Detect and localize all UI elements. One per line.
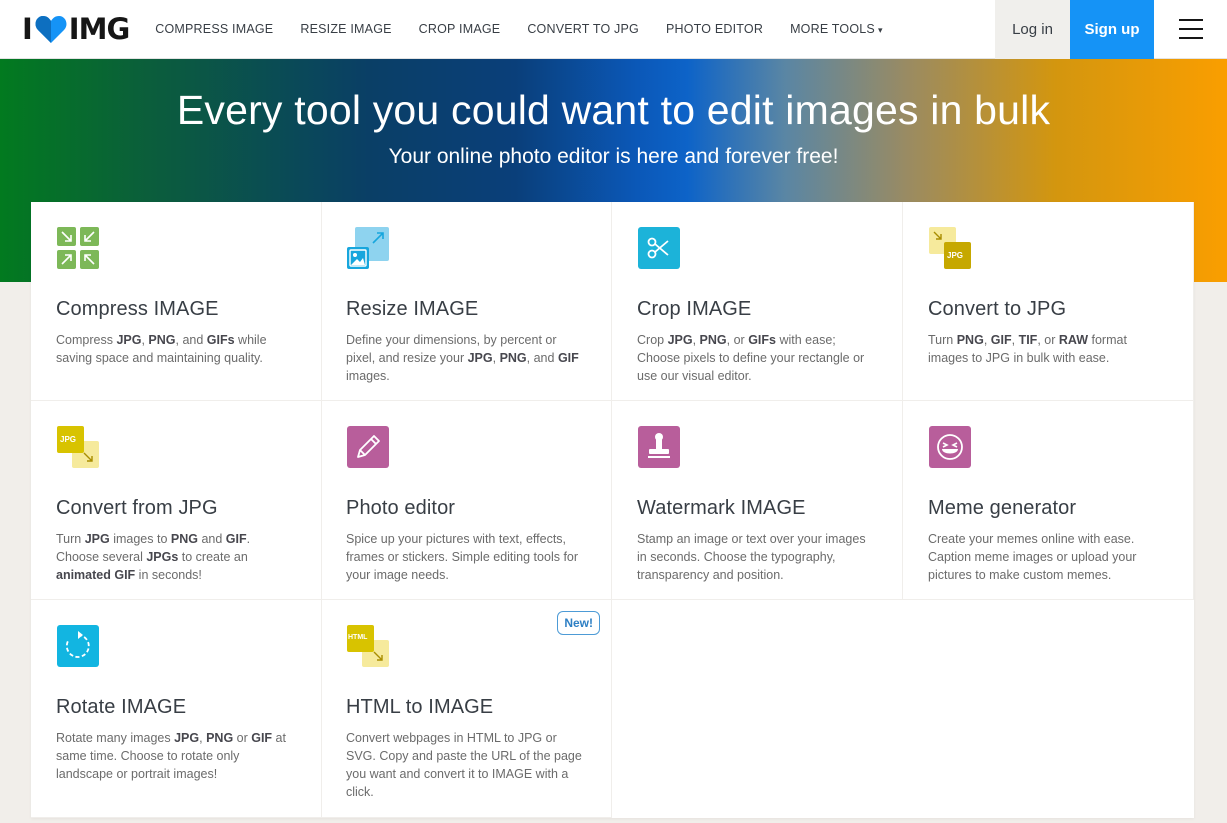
bold-format: JPG	[174, 731, 200, 745]
bold-format: PNG	[699, 333, 727, 347]
hero-title: Every tool you could want to edit images…	[176, 87, 1051, 133]
tool-title: Convert to JPG	[928, 298, 1067, 320]
tool-description: Create your memes online with ease. Capt…	[928, 532, 1137, 582]
bold-format: JPG	[84, 532, 110, 546]
bold-format: JPG	[116, 333, 142, 347]
hamburger-line	[1178, 19, 1203, 21]
tool-card-crop-image[interactable]: Crop IMAGE Crop JPG, PNG, or GIFs with e…	[612, 202, 903, 401]
logo-letter-i: I	[22, 12, 33, 46]
tool-card-watermark-image[interactable]: Watermark IMAGE Stamp an image or text o…	[612, 401, 903, 600]
bold-format: JPGs	[146, 550, 179, 564]
tool-description: Stamp an image or text over your images …	[637, 532, 866, 582]
bold-format: GIF	[557, 351, 579, 365]
icon-label: HTML	[348, 634, 368, 641]
laughing-face-icon	[928, 425, 972, 469]
signup-button[interactable]: Sign up	[1070, 0, 1154, 59]
logo-text-img: IMG	[68, 12, 130, 46]
tool-description: Turn PNG, GIF, TIF, or RAW format images…	[928, 333, 1127, 365]
tool-description: Turn JPG images to PNG and GIF. Choose s…	[56, 532, 251, 582]
tool-card-convert-from-jpg[interactable]: JPG Convert from JPG Turn JPG images to …	[31, 401, 322, 600]
iloveimg-logo[interactable]: I IMG	[22, 0, 130, 59]
tool-title: Resize IMAGE	[346, 298, 479, 320]
icon-label: JPG	[947, 251, 964, 260]
tool-card-convert-to-jpg[interactable]: JPG Convert to JPG Turn PNG, GIF, TIF, o…	[903, 202, 1194, 401]
nav-photo-editor[interactable]: PHOTO EDITOR	[666, 22, 763, 36]
tool-title: Convert from JPG	[56, 497, 218, 519]
resize-icon	[346, 226, 390, 270]
tool-description: Crop JPG, PNG, or GIFs with ease; Choose…	[637, 333, 865, 383]
tool-title: Crop IMAGE	[637, 298, 752, 320]
bold-format: GIF	[990, 333, 1012, 347]
nav-more-tools[interactable]: MORE TOOLS ▾	[790, 22, 883, 36]
main-nav: COMPRESS IMAGE RESIZE IMAGE CROP IMAGE C…	[155, 0, 909, 59]
bold-format: PNG	[170, 532, 198, 546]
tool-description: Compress JPG, PNG, and GIFs while saving…	[56, 333, 267, 365]
html-to-image-icon: HTML	[346, 624, 390, 668]
icon-label: JPG	[60, 435, 77, 444]
stamp-icon	[637, 425, 681, 469]
nav-more-tools-label: MORE TOOLS	[790, 22, 875, 36]
bold-format: GIF	[251, 731, 273, 745]
tool-card-photo-editor[interactable]: Photo editor Spice up your pictures with…	[321, 401, 612, 600]
tool-title: Meme generator	[928, 497, 1077, 519]
nav-convert-to-jpg[interactable]: CONVERT TO JPG	[527, 22, 639, 36]
tool-title: Watermark IMAGE	[637, 497, 806, 519]
auth-area: Log in Sign up	[995, 0, 1227, 59]
login-button[interactable]: Log in	[995, 0, 1070, 59]
compress-icon	[56, 226, 100, 270]
bold-format: GIF	[225, 532, 247, 546]
bold-format: GIFs	[206, 333, 235, 347]
heart-logo-icon	[35, 16, 67, 43]
bold-format: RAW	[1058, 333, 1089, 347]
scissors-icon	[637, 226, 681, 270]
tool-title: Rotate IMAGE	[56, 696, 187, 718]
tool-description: Define your dimensions, by percent or pi…	[346, 333, 579, 383]
nav-resize-image[interactable]: RESIZE IMAGE	[300, 22, 391, 36]
tool-card-html-to-image[interactable]: New! HTML HTML to IMAGE Convert webpages…	[321, 600, 612, 818]
convert-to-jpg-icon: JPG	[928, 226, 972, 270]
tool-title: HTML to IMAGE	[346, 696, 494, 718]
new-badge: New!	[557, 611, 600, 635]
hamburger-menu-icon[interactable]	[1154, 0, 1227, 59]
tool-card-meme-generator[interactable]: Meme generator Create your memes online …	[903, 401, 1194, 600]
bold-format: JPG	[467, 351, 493, 365]
bold-format: PNG	[499, 351, 527, 365]
bold-format: PNG	[956, 333, 984, 347]
rotate-icon	[56, 624, 100, 668]
bold-format: PNG	[148, 333, 176, 347]
bold-format: TIF	[1018, 333, 1038, 347]
tools-grid: Compress IMAGE Compress JPG, PNG, and GI…	[31, 202, 1194, 818]
nav-crop-image[interactable]: CROP IMAGE	[419, 22, 501, 36]
hamburger-line	[1178, 28, 1203, 30]
hero-subtitle: Your online photo editor is here and for…	[388, 145, 839, 168]
tool-description: Convert webpages in HTML to JPG or SVG. …	[346, 731, 582, 799]
bold-format: PNG	[206, 731, 234, 745]
pencil-icon	[346, 425, 390, 469]
top-navigation-bar: I IMG COMPRESS IMAGE RESIZE IMAGE CROP I…	[0, 0, 1227, 59]
tool-description: Rotate many images JPG, PNG or GIF at sa…	[56, 731, 286, 781]
tool-card-resize-image[interactable]: Resize IMAGE Define your dimensions, by …	[321, 202, 612, 401]
hamburger-line	[1178, 37, 1203, 39]
bold-format: GIFs	[748, 333, 776, 347]
convert-from-jpg-icon: JPG	[56, 425, 100, 469]
tool-card-rotate-image[interactable]: Rotate IMAGE Rotate many images JPG, PNG…	[31, 600, 322, 818]
nav-compress-image[interactable]: COMPRESS IMAGE	[155, 22, 273, 36]
tool-description: Spice up your pictures with text, effect…	[346, 532, 579, 582]
bold-format: animated GIF	[56, 568, 136, 582]
bold-format: JPG	[667, 333, 693, 347]
tool-card-compress-image[interactable]: Compress IMAGE Compress JPG, PNG, and GI…	[31, 202, 322, 401]
tool-title: Compress IMAGE	[56, 298, 219, 320]
caret-down-icon: ▾	[877, 25, 883, 35]
tool-title: Photo editor	[346, 497, 456, 519]
